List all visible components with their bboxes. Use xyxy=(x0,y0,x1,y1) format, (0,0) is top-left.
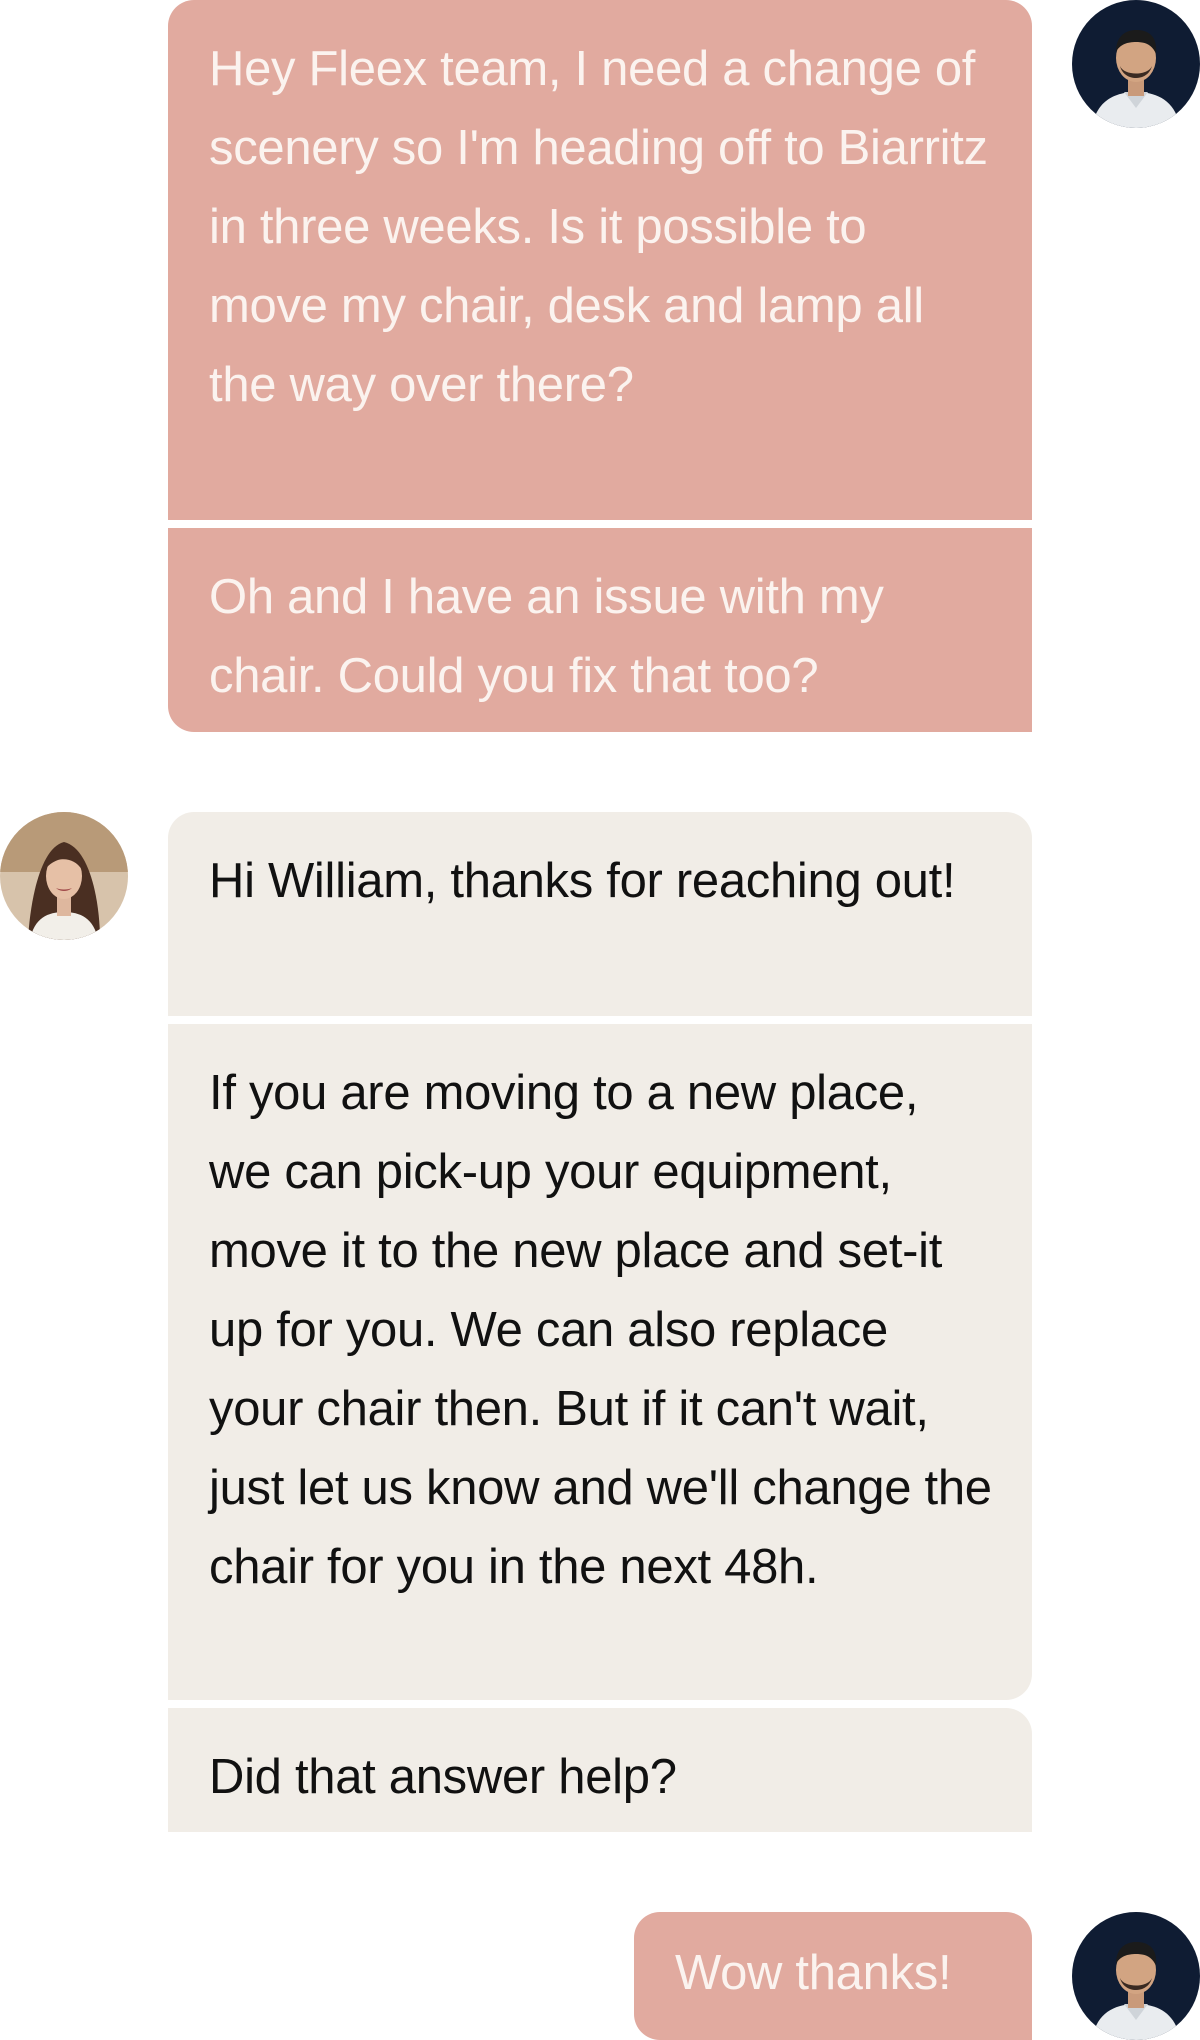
agent-avatar-icon xyxy=(0,812,128,940)
chat-thread: Hey Fleex team, I need a change of scene… xyxy=(0,0,1200,2040)
agent-avatar xyxy=(0,812,128,940)
agent-message-bubble: Hi William, thanks for reaching out! xyxy=(168,812,1032,1016)
agent-message-bubble: Did that answer help? xyxy=(168,1708,1032,1832)
user-avatar-icon xyxy=(1072,1912,1200,2040)
user-avatar xyxy=(1072,1912,1200,2040)
user-message-bubble: Hey Fleex team, I need a change of scene… xyxy=(168,0,1032,520)
user-message-bubble: Wow thanks! xyxy=(634,1912,1032,2040)
user-avatar-icon xyxy=(1072,0,1200,128)
user-message-bubble: Oh and I have an issue with my chair. Co… xyxy=(168,528,1032,732)
agent-message-bubble: If you are moving to a new place, we can… xyxy=(168,1024,1032,1700)
user-avatar xyxy=(1072,0,1200,128)
